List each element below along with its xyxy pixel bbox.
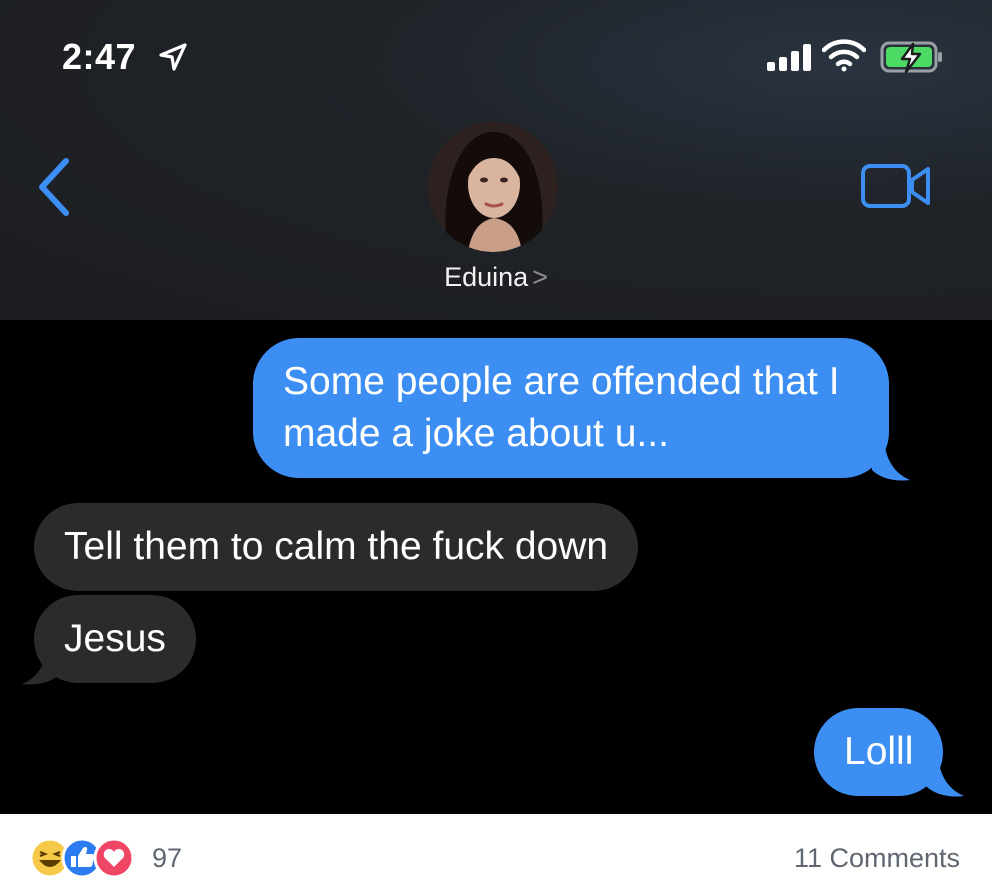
avatar-portrait-icon	[428, 122, 558, 252]
signal-icon	[767, 44, 811, 71]
back-chevron-icon[interactable]	[34, 157, 74, 217]
contact-name-button[interactable]: Eduina >	[0, 262, 992, 293]
received-message[interactable]: Tell them to calm the fuck down	[34, 503, 639, 591]
comments-link[interactable]: 11 Comments	[794, 843, 960, 874]
wifi-icon	[822, 39, 866, 72]
conversation-header: 2:47 Eduina >	[0, 0, 992, 320]
sent-message[interactable]: Lolll	[814, 708, 944, 796]
sent-bubble-tail	[872, 440, 910, 481]
reactions-summary[interactable]	[28, 836, 138, 880]
contact-avatar[interactable]	[428, 122, 558, 252]
status-time: 2:47	[62, 36, 137, 77]
love-reaction-icon	[93, 837, 135, 879]
reaction-count[interactable]: 97	[152, 843, 182, 874]
received-bubble-tail	[22, 644, 60, 685]
location-arrow-icon	[159, 43, 187, 71]
sent-bubble-tail	[926, 756, 964, 797]
battery-charging-icon	[880, 41, 942, 74]
sent-message[interactable]: Some people are offended that I made a j…	[253, 338, 889, 478]
contact-name: Eduina	[444, 262, 529, 292]
chevron-right-icon: >	[532, 262, 548, 292]
video-camera-icon[interactable]	[860, 163, 932, 209]
